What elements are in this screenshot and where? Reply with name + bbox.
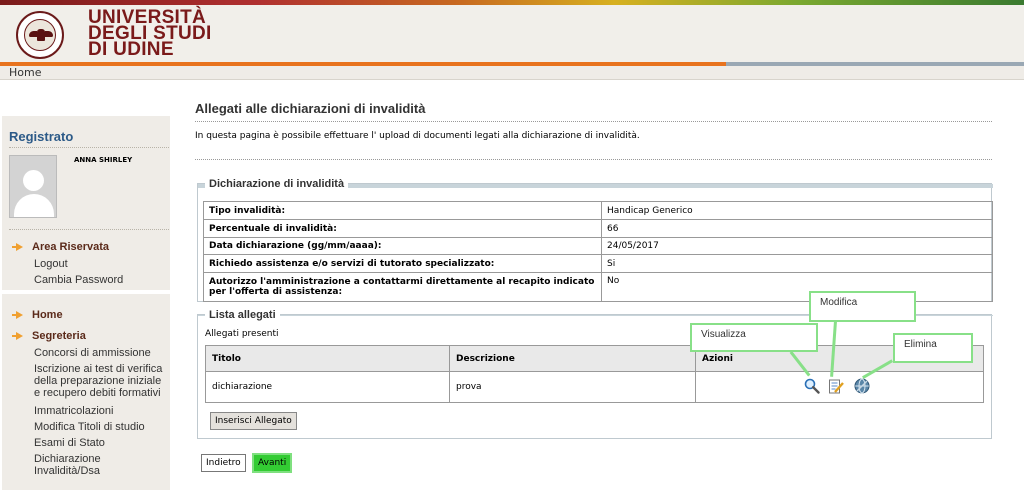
field-value: No xyxy=(601,272,993,302)
field-value: 66 xyxy=(601,219,993,238)
table-row: Richiedo assistenza e/o servizi di tutor… xyxy=(203,254,993,273)
site-header: UNIVERSITÀ DEGLI STUDI DI UDINE xyxy=(0,5,1024,62)
divider xyxy=(9,147,169,148)
cell-descrizione: prova xyxy=(449,371,696,403)
page-intro: In questa pagina è possibile effettuare … xyxy=(195,131,640,141)
allegati-fieldset: Lista allegati Allegati presenti Titolo … xyxy=(197,309,993,439)
arrow-right-icon xyxy=(12,311,23,319)
university-seal-icon[interactable] xyxy=(16,11,64,59)
divider xyxy=(9,229,169,230)
table-header-row: Titolo Descrizione Azioni xyxy=(205,345,984,372)
sidebar-heading-segreteria[interactable]: Segreteria xyxy=(32,330,86,342)
page-title: Allegati alle dichiarazioni di invalidit… xyxy=(195,101,426,116)
field-label: Autorizzo l'amministrazione a contattarm… xyxy=(203,272,602,302)
sidebar-item-cambia-password[interactable]: Cambia Password xyxy=(34,274,123,286)
field-label: Percentuale di invalidità: xyxy=(203,219,602,238)
callout-visualizza: Visualizza xyxy=(690,323,818,352)
breadcrumb-home-link[interactable]: Home xyxy=(9,66,41,79)
allegati-legend: Lista allegati xyxy=(205,309,280,321)
sidebar-item-iscrizione-test[interactable]: Iscrizione ai test di verifica della pre… xyxy=(34,363,170,399)
callout-elimina: Elimina xyxy=(893,333,973,363)
sidebar: Registrato ANNA SHIRLEY Area Riservata L… xyxy=(2,116,170,490)
indietro-button[interactable]: Indietro xyxy=(201,454,246,472)
breadcrumb: Home xyxy=(0,66,1024,80)
arrow-right-icon xyxy=(12,243,23,251)
magnifier-icon[interactable] xyxy=(804,378,820,394)
sidebar-item-home[interactable]: Home xyxy=(32,309,63,321)
field-value: Si xyxy=(601,254,993,273)
column-header-titolo: Titolo xyxy=(205,345,450,372)
cell-titolo: dichiarazione xyxy=(205,371,450,403)
sidebar-item-logout[interactable]: Logout xyxy=(34,258,68,270)
avanti-button[interactable]: Avanti xyxy=(252,453,293,473)
edit-icon[interactable] xyxy=(828,378,844,394)
sidebar-item-dichiarazione-invalidita[interactable]: Dichiarazione Invalidità/Dsa xyxy=(34,453,114,477)
dichiarazione-fieldset: Dichiarazione di invalidità Tipo invalid… xyxy=(197,178,993,302)
field-label: Richiedo assistenza e/o servizi di tutor… xyxy=(203,254,602,273)
divider xyxy=(195,121,992,122)
inserisci-allegato-button[interactable]: Inserisci Allegato xyxy=(210,412,297,430)
field-value: Handicap Generico xyxy=(601,201,993,220)
allegati-subtitle: Allegati presenti xyxy=(205,329,279,339)
dichiarazione-table: Tipo invalidità: Handicap Generico Perce… xyxy=(203,201,993,302)
field-label: Tipo invalidità: xyxy=(203,201,602,220)
table-row: Tipo invalidità: Handicap Generico xyxy=(203,201,993,220)
arrow-right-icon xyxy=(12,332,23,340)
sidebar-item-concorsi[interactable]: Concorsi di ammissione xyxy=(34,347,151,359)
avatar xyxy=(9,155,57,218)
field-value: 24/05/2017 xyxy=(601,237,993,255)
logo-line-3: DI UDINE xyxy=(88,39,174,60)
sidebar-item-esami-stato[interactable]: Esami di Stato xyxy=(34,437,105,449)
dichiarazione-legend: Dichiarazione di invalidità xyxy=(205,178,349,190)
university-logo-text[interactable]: UNIVERSITÀ DEGLI STUDI DI UDINE xyxy=(88,8,212,60)
delete-icon[interactable] xyxy=(854,378,870,394)
table-row: Percentuale di invalidità: 66 xyxy=(203,219,993,238)
user-name: ANNA SHIRLEY xyxy=(74,156,133,164)
column-header-descrizione: Descrizione xyxy=(449,345,696,372)
callout-modifica: Modifica xyxy=(809,291,916,322)
table-row: Data dichiarazione (gg/mm/aaaa): 24/05/2… xyxy=(203,237,993,255)
sidebar-title: Registrato xyxy=(9,129,74,144)
field-label: Data dichiarazione (gg/mm/aaaa): xyxy=(203,237,602,255)
sidebar-item-immatricolazioni[interactable]: Immatricolazioni xyxy=(34,405,113,417)
sidebar-separator xyxy=(2,290,170,294)
divider xyxy=(195,159,992,160)
sidebar-item-modifica-titoli[interactable]: Modifica Titoli di studio xyxy=(34,421,145,433)
sidebar-heading-area-riservata[interactable]: Area Riservata xyxy=(32,241,109,253)
